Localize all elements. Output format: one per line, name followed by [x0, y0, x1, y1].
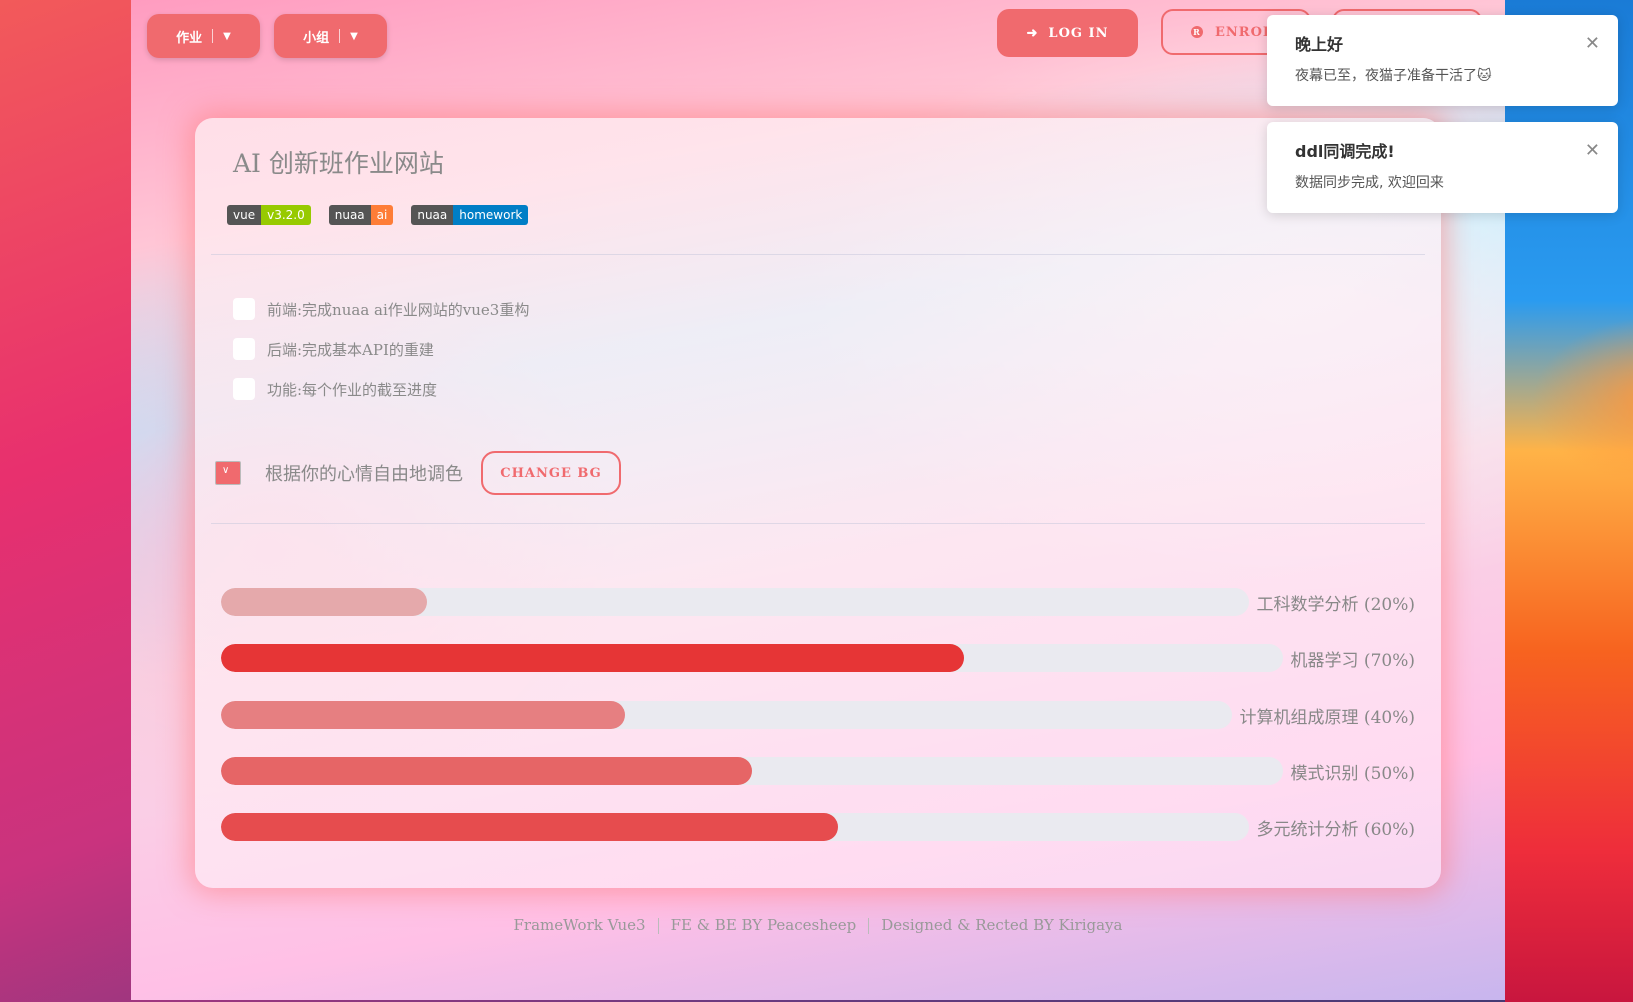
badge-nuaa-ai: nuaa ai — [328, 205, 394, 225]
progress-track — [221, 757, 1283, 785]
group-dropdown-label: 小组 — [303, 30, 330, 46]
todo-checkbox[interactable] — [233, 298, 255, 320]
close-icon[interactable]: ✕ — [1585, 33, 1600, 54]
todo-checkbox[interactable] — [233, 338, 255, 360]
login-icon: ➜ — [1026, 25, 1039, 41]
change-bg-button[interactable]: CHANGE BG — [481, 451, 621, 495]
badge-nuaa-homework: nuaa homework — [411, 205, 529, 225]
close-icon[interactable]: ✕ — [1585, 140, 1600, 161]
main-card: AI 创新班作业网站 vue v3.2.0 nuaa ai nuaa homew… — [195, 118, 1441, 888]
toast-body: 夜幕已至，夜猫子准备干活了🐱 — [1295, 68, 1492, 84]
progress-track — [221, 701, 1232, 729]
progress-row: 工科数学分析 (20%) — [221, 588, 1415, 616]
homework-dropdown-label: 作业 — [176, 30, 203, 46]
todo-item: 后端:完成基本API的重建 — [233, 338, 434, 360]
todo-label: 前端:完成nuaa ai作业网站的vue3重构 — [267, 300, 530, 319]
footer-design: Designed & Rected BY Kirigaya — [881, 916, 1123, 934]
divider — [211, 254, 1425, 255]
toast-notification: 晚上好 夜幕已至，夜猫子准备干活了🐱 ✕ — [1267, 15, 1618, 106]
color-picker[interactable]: ∨ — [215, 461, 241, 485]
progress-fill — [221, 701, 626, 729]
todo-checkbox[interactable] — [233, 378, 255, 400]
divider — [211, 523, 1425, 524]
progress-fill — [221, 757, 752, 785]
progress-label: 工科数学分析 (20%) — [1256, 594, 1415, 615]
progress-fill — [221, 813, 838, 841]
progress-label: 模式识别 (50%) — [1290, 763, 1415, 784]
chevron-down-icon: ▼ — [223, 30, 231, 42]
progress-row: 多元统计分析 (60%) — [221, 813, 1415, 841]
todo-label: 功能:每个作业的截至进度 — [267, 380, 438, 399]
todo-item: 功能:每个作业的截至进度 — [233, 378, 437, 400]
progress-track — [221, 588, 1249, 616]
page-title: AI 创新班作业网站 — [233, 149, 444, 178]
todo-item: 前端:完成nuaa ai作业网站的vue3重构 — [233, 298, 529, 320]
progress-fill — [221, 644, 965, 672]
todo-label: 后端:完成基本API的重建 — [267, 340, 434, 359]
chevron-down-icon: ∨ — [222, 465, 230, 476]
progress-row: 计算机组成原理 (40%) — [221, 701, 1415, 729]
footer-febe: FE & BE BY Peacesheep — [670, 916, 857, 934]
badge-vue-version: v3.2.0 — [261, 205, 311, 225]
registered-icon: R — [1191, 26, 1203, 38]
progress-fill — [221, 588, 427, 616]
color-row: ∨ 根据你的心情自由地调色 CHANGE BG — [215, 451, 621, 495]
badge-row: vue v3.2.0 nuaa ai nuaa homework — [227, 205, 529, 225]
progress-row: 模式识别 (50%) — [221, 757, 1415, 785]
chevron-down-icon: ▼ — [350, 30, 358, 42]
group-dropdown-button[interactable]: 小组 ▼ — [274, 14, 387, 58]
login-button[interactable]: ➜ LOG IN — [997, 9, 1138, 57]
progress-track — [221, 813, 1249, 841]
progress-label: 机器学习 (70%) — [1290, 650, 1415, 671]
toast-body: 数据同步完成, 欢迎回来 — [1295, 175, 1444, 191]
progress-label: 多元统计分析 (60%) — [1256, 819, 1415, 840]
login-label: LOG IN — [1048, 25, 1109, 41]
badge-ai-label: ai — [370, 205, 394, 225]
progress-track — [221, 644, 1283, 672]
badge-vue: vue v3.2.0 — [227, 205, 311, 225]
enroll-label: ENROL — [1215, 24, 1274, 40]
progress-label: 计算机组成原理 (40%) — [1239, 707, 1415, 728]
badge-homework-label: homework — [453, 205, 529, 225]
toast-title: 晚上好 — [1295, 35, 1344, 54]
toast-notification: ddl同调完成! 数据同步完成, 欢迎回来 ✕ — [1267, 122, 1618, 213]
progress-row: 机器学习 (70%) — [221, 644, 1415, 672]
footer-framework: FrameWork Vue3 — [513, 916, 646, 934]
color-label: 根据你的心情自由地调色 — [265, 464, 463, 485]
toast-title: ddl同调完成! — [1295, 142, 1395, 161]
footer: FrameWork Vue3 FE & BE BY Peacesheep Desig… — [131, 916, 1505, 934]
homework-dropdown-button[interactable]: 作业 ▼ — [147, 14, 260, 58]
